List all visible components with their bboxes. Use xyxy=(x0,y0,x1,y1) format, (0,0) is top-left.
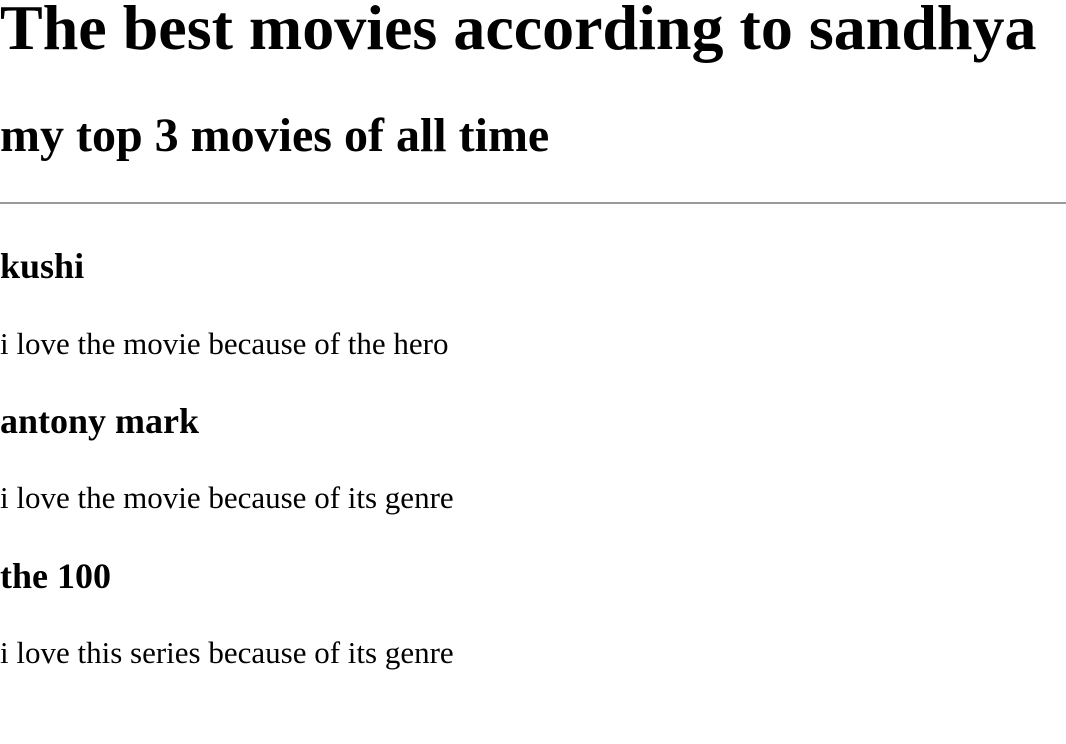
page-title: The best movies according to sandhya xyxy=(0,0,1037,63)
movie-description-the-100: i love this series because of its genre xyxy=(0,635,454,670)
movie-title-kushi: kushi xyxy=(0,246,85,286)
page: The best movies according to sandhya my … xyxy=(0,0,1066,744)
movie-description-kushi: i love the movie because of the hero xyxy=(0,326,449,361)
divider xyxy=(0,202,1066,204)
movie-title-the-100: the 100 xyxy=(0,556,111,596)
movie-title-antony-mark: antony mark xyxy=(0,401,200,441)
movie-description-antony-mark: i love the movie because of its genre xyxy=(0,480,454,515)
page-subtitle: my top 3 movies of all time xyxy=(0,109,550,162)
